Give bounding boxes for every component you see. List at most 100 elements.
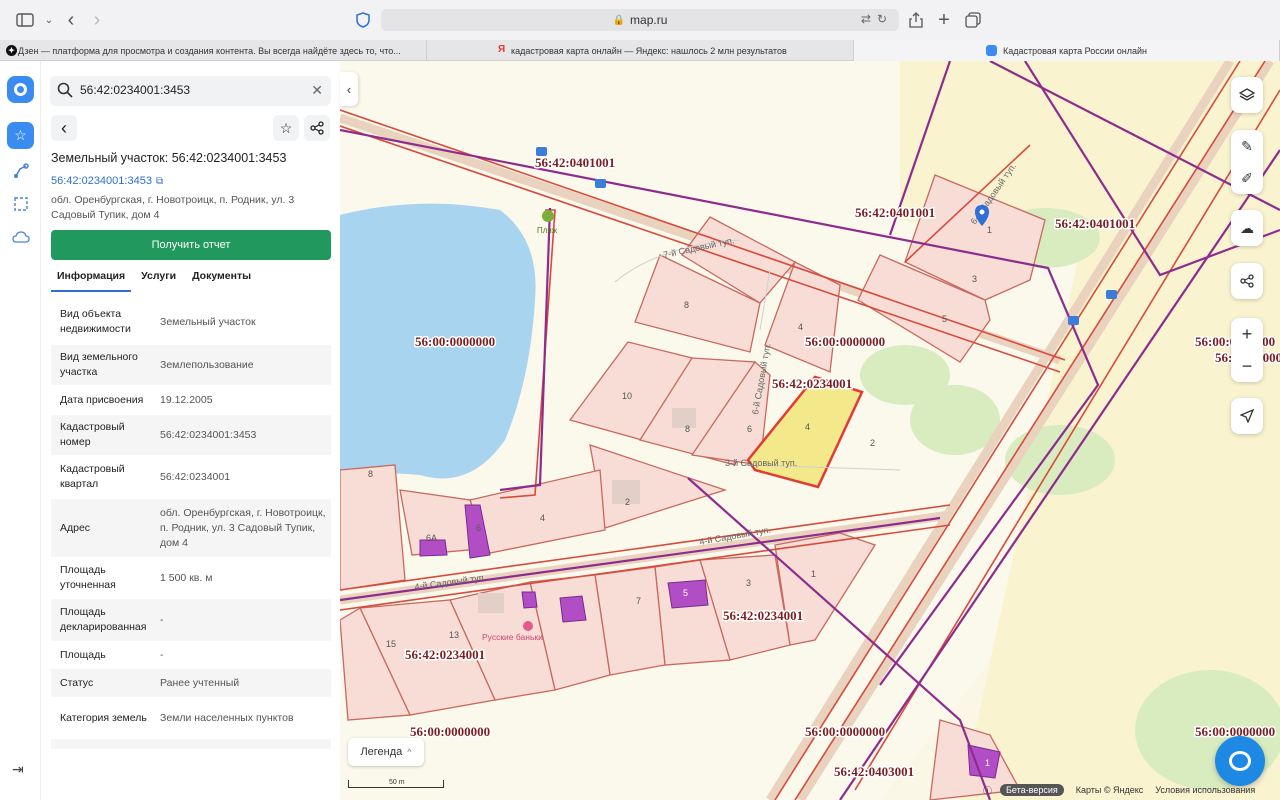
collapse-panel-button[interactable]: ‹ [340,72,358,106]
table-row: Категория земель Земли населенных пункто… [51,697,331,739]
row-key: Адрес [60,521,91,534]
yandex-logo-icon: Я [498,44,506,55]
plot-number: 13 [449,630,459,640]
row-value: 1 500 кв. м [160,571,213,584]
table-row: Площадь уточненная 1 500 кв. м [51,557,331,599]
new-tab-icon[interactable]: + [933,9,955,31]
translate-reload-icons[interactable]: ⇄↻ [861,12,893,26]
quarter-label: 56:42:0401001 [855,205,935,220]
row-key: Вид земельного участка [60,351,138,378]
back-button[interactable]: ‹ [51,115,77,141]
chevron-down-icon[interactable]: ⌄ [38,9,60,31]
row-value: Земли населенных пунктов [160,711,294,724]
plot-number: 3 [972,274,977,284]
select-area-icon[interactable] [7,190,34,217]
row-value: - [160,613,164,626]
zoom-controls: + − [1231,318,1263,382]
tab-mapru[interactable]: Кадастровая карта России онлайн [854,40,1280,61]
navigation-arrow-icon [1240,409,1254,423]
plot-number: 4 [798,322,803,332]
tab-information[interactable]: Информация [51,266,132,292]
url-text: map.ru [630,13,668,27]
route-icon[interactable] [7,157,34,184]
tab-services[interactable]: Услуги [135,266,182,292]
cadastral-number-text: 56:42:0234001:3453 [51,175,152,187]
get-report-button[interactable]: Получить отчет [51,230,331,260]
address-bar[interactable]: 🔒 map.ru ⇄↻ [381,9,899,31]
info-icon[interactable]: ⓘ [983,784,992,797]
search-input[interactable] [80,83,300,97]
row-key: Категория земель [60,711,147,724]
forward-icon[interactable]: › [86,9,108,31]
table-row: Кадастровый квартал 56:42:0234001 [51,455,331,499]
plot-number: 1 [811,569,816,579]
terms-link[interactable]: Условия использования [1155,785,1255,795]
plot-number: 7 [636,596,641,606]
beta-badge: Бета-версия [1000,784,1064,796]
poi-label: Русские баньки [482,632,543,642]
layers-button[interactable] [1231,77,1263,113]
tab-dzen[interactable]: ✦ Дзен — платформа для просмотра и созда… [0,40,427,61]
table-row: Вид земельного участка Землепользование [51,345,331,385]
copy-icon[interactable]: ⧉ [156,176,163,187]
row-value: 19.12.2005 [160,393,213,406]
clear-icon[interactable]: ✕ [311,82,323,99]
tab-label: Дзен — платформа для просмотра и создани… [18,45,401,56]
chat-icon [1229,751,1251,771]
tab-documents[interactable]: Документы [186,266,257,292]
plot-number: 2 [870,438,875,448]
map-share-button[interactable] [1231,263,1263,299]
row-value: 56:42:0234001:3453 [160,428,257,441]
cadastral-number-link[interactable]: 56:42:0234001:3453 ⧉ [51,175,163,187]
upload-button[interactable]: ☁ [1231,210,1263,246]
plot-number: 10 [622,391,632,401]
plot-number: 6А [426,533,437,543]
favorite-button[interactable]: ☆ [273,115,299,141]
table-row-partial [51,739,331,749]
tab-yandex[interactable]: Я кадастровая карта онлайн — Яндекс: наш… [427,40,854,61]
plot-number: 8 [368,469,373,479]
row-key: Площадь уточненная [60,564,116,591]
legend-button[interactable]: Легенда ^ [348,738,424,766]
scale-bar: 50 m [348,777,444,791]
scale-label: 50 m [389,779,405,786]
share-nodes-icon [310,121,324,135]
row-key: Кадастровый номер [60,421,125,448]
zoom-out-icon[interactable]: − [1242,356,1253,377]
share-button[interactable] [304,115,330,141]
zoom-in-icon[interactable]: + [1242,324,1253,345]
shield-icon[interactable] [352,9,374,31]
ruler-icon[interactable]: ✎ [1241,138,1253,155]
geolocate-button[interactable] [1231,398,1263,434]
cloud-icon[interactable] [7,223,34,250]
map-attribution: ⓘ Бета-версия Карты © Яндекс Условия исп… [983,782,1267,798]
back-icon[interactable]: ‹ [60,9,82,31]
chat-button[interactable] [1215,736,1265,786]
share-icon[interactable] [905,9,927,31]
attribution-text[interactable]: Карты © Яндекс [1076,785,1144,795]
map-canvas[interactable]: 56:42:0401001 56:42:0401001 56:42:040100… [340,61,1280,800]
row-value: Землепользование [160,358,254,371]
table-row: Площадь декларированная - [51,599,331,641]
star-icon[interactable]: ☆ [7,122,34,149]
quarter-label: 56:42:0234001 [405,647,485,662]
search-icon [57,82,73,98]
app-logo-icon[interactable] [7,76,34,103]
tabs-overview-icon[interactable] [962,9,984,31]
logout-icon[interactable]: ⇥ [12,761,24,778]
cadastral-map[interactable]: 56:42:0401001 56:42:0401001 56:42:040100… [340,61,1280,800]
plot-number: 1 [985,758,990,768]
object-panel: ✕ ‹ ☆ Земельный участок: 56:42:0234001:3… [41,61,340,800]
quarter-label: 56:42:0403001 [834,764,914,779]
tab-label: кадастровая карта онлайн — Яндекс: нашло… [511,45,787,56]
sidebar-toggle-icon[interactable] [14,9,36,31]
edit-icon[interactable]: ✐ [1241,170,1253,187]
plot-number: 2 [625,497,630,507]
plot-number: 8 [685,424,690,434]
poi-label: Пляж [537,226,558,235]
address-summary: обл. Оренбургская, г. Новотроицк, п. Род… [51,194,295,221]
plot-number: 5 [683,588,688,598]
plot-number: 8 [684,300,689,310]
quarter-label: 56:00:0000000 [415,334,495,349]
cloud-upload-icon: ☁ [1240,219,1254,236]
